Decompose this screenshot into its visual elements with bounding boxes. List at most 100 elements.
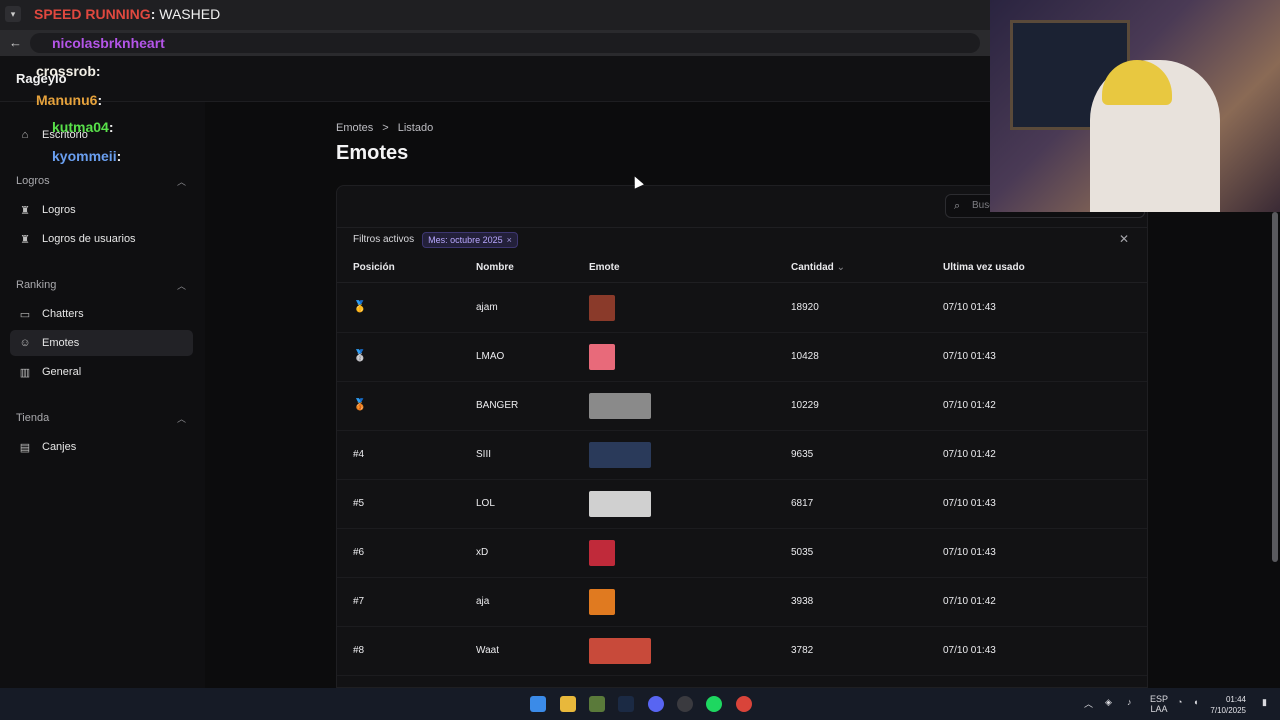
chat-message: crossrob: (36, 63, 101, 79)
row-position: #6 (353, 547, 365, 558)
table-row[interactable]: #5 LOL 6817 07/10 01:43 (337, 480, 1147, 529)
close-icon[interactable]: × (507, 235, 512, 245)
address-bar[interactable] (30, 33, 980, 53)
sort-desc-icon[interactable]: ⌄ (837, 262, 845, 273)
table-row[interactable]: #7 aja 3938 07/10 01:42 (337, 578, 1147, 627)
row-position: #7 (353, 596, 365, 607)
breadcrumb-emotes[interactable]: Emotes (336, 122, 373, 134)
scrollbar-thumb[interactable] (1272, 212, 1278, 562)
section-label: Tienda (16, 412, 50, 424)
back-arrow-icon[interactable]: ← (9, 35, 22, 50)
chevron-up-icon[interactable]: ︿ (177, 175, 186, 188)
page-title: Emotes (336, 142, 409, 164)
chat-message: SPEED RUNNING: WASHED (34, 6, 220, 22)
table-row[interactable]: #4 SIII 9635 07/10 01:42 (337, 431, 1147, 480)
medal-icon: 🥉 (353, 399, 367, 411)
network-tray-icon[interactable]: ◈ (1105, 697, 1112, 708)
row-last-used: 07/10 01:42 (943, 449, 996, 460)
section-label: Logros (16, 175, 50, 187)
chat-separator: : (116, 148, 122, 164)
sidebar-item-canjes[interactable]: ▤ Canjes (10, 434, 193, 460)
row-name: aja (476, 596, 490, 607)
language-indicator[interactable]: ESP LAA (1150, 694, 1168, 714)
col-last-used[interactable]: Ultima vez usado (943, 262, 1025, 273)
clock[interactable]: 01:44 7/10/2025 (1210, 694, 1246, 716)
spotify-icon[interactable] (706, 696, 722, 712)
row-count: 10229 (791, 400, 819, 411)
chat-username: kyommeii (52, 148, 117, 164)
clear-filters-icon[interactable]: ✕ (1119, 232, 1129, 246)
row-count: 9635 (791, 449, 814, 460)
chat-message: kyommeii: (52, 148, 121, 164)
chat-username: nicolasbrknheart (52, 35, 165, 51)
chat-message: Manunu6: (36, 92, 102, 108)
chat-username: Manunu6 (36, 92, 98, 108)
filter-chip-month[interactable]: Mes: octubre 2025 × (422, 231, 518, 248)
sidebar-section-tienda[interactable]: Tienda ︿ (16, 412, 186, 425)
col-count[interactable]: Cantidad ⌄ (791, 262, 845, 273)
sidebar-item-logros[interactable]: ♜ Logros (10, 197, 193, 223)
sidebar-item-logros-usuarios[interactable]: ♜ Logros de usuarios (10, 226, 193, 252)
page-scrollbar[interactable] (1270, 212, 1280, 688)
row-name: Waat (476, 645, 499, 656)
sidebar-section-logros[interactable]: Logros ︿ (16, 175, 186, 188)
chat-icon: ▭ (19, 308, 31, 321)
sidebar-item-label: Canjes (42, 441, 77, 453)
chevron-up-icon[interactable]: ︿ (177, 412, 186, 425)
file-explorer-icon[interactable] (560, 696, 576, 712)
steam-icon[interactable] (618, 696, 634, 712)
mic-icon[interactable]: ♪ (1127, 697, 1132, 707)
chat-text: WASHED (159, 6, 221, 22)
chevron-down-icon[interactable]: ▾ (5, 6, 21, 22)
chrome-icon[interactable] (736, 696, 752, 712)
obs-icon[interactable] (677, 696, 693, 712)
emote-image (589, 540, 615, 566)
smile-icon: ☺ (19, 337, 31, 349)
sidebar-item-label: Emotes (42, 337, 80, 349)
filters-label: Filtros activos (353, 234, 415, 245)
sidebar-item-general[interactable]: ▥ General (10, 359, 193, 385)
sidebar: ⌂ Escritorio Logros ︿ ♜ Logros ♜ Logros … (0, 102, 205, 688)
row-count: 3938 (791, 596, 814, 607)
notifications-icon[interactable]: ▮ (1262, 697, 1267, 708)
sidebar-item-chatters[interactable]: ▭ Chatters (10, 301, 193, 327)
emotes-table-panel: ⌕ Buscar Filtros activos Mes: octubre 20… (336, 185, 1148, 688)
table-row[interactable]: #6 xD 5035 07/10 01:43 (337, 529, 1147, 578)
row-last-used: 07/10 01:42 (943, 400, 996, 411)
windows-start-icon[interactable] (530, 696, 546, 712)
emote-image (589, 589, 615, 615)
col-emote[interactable]: Emote (589, 262, 620, 273)
table-header: Posición Nombre Emote Cantidad ⌄ Ultima … (337, 253, 1147, 283)
breadcrumb-listado: Listado (397, 122, 434, 134)
chat-separator: : (95, 63, 101, 79)
speaker-icon[interactable]: ◖ (1193, 697, 1198, 707)
chat-username: SPEED RUNNING (34, 6, 151, 22)
row-last-used: 07/10 01:43 (943, 351, 996, 362)
wifi-icon[interactable]: ◔ (1177, 697, 1182, 707)
table-row[interactable]: 🥇 ajam 18920 07/10 01:43 (337, 284, 1147, 333)
row-name: BANGER (476, 400, 519, 411)
table-row[interactable]: #8 Waat 3782 07/10 01:43 (337, 627, 1147, 676)
sidebar-item-emotes[interactable]: ☺ Emotes (10, 330, 193, 356)
medal-icon: 🥇 (353, 301, 367, 313)
col-name[interactable]: Nombre (476, 262, 514, 273)
col-position[interactable]: Posición (353, 262, 395, 273)
chevron-up-icon[interactable]: ︿ (177, 279, 186, 292)
row-count: 3782 (791, 645, 814, 656)
taskbar: ︿ ◈ ♪ ESP LAA ◔ ◖ 01:44 7/10/2025 ▮ (0, 688, 1280, 720)
row-last-used: 07/10 01:43 (943, 498, 996, 509)
emote-image (589, 638, 651, 664)
table-row[interactable]: 🥉 BANGER 10229 07/10 01:42 (337, 382, 1147, 431)
chat-username: crossrob (36, 63, 96, 79)
row-count: 10428 (791, 351, 819, 362)
sidebar-item-label: Chatters (42, 308, 84, 320)
chevron-up-icon[interactable]: ︿ (1084, 697, 1093, 710)
row-name: LMAO (476, 351, 505, 362)
discord-icon[interactable] (648, 696, 664, 712)
sidebar-item-label: Logros de usuarios (42, 233, 136, 245)
minecraft-icon[interactable] (589, 696, 605, 712)
chevron-right-icon: > (382, 122, 389, 134)
sidebar-section-ranking[interactable]: Ranking ︿ (16, 279, 186, 292)
filter-chip-label: Mes: octubre 2025 (428, 234, 503, 245)
table-row[interactable]: 🥈 LMAO 10428 07/10 01:43 (337, 333, 1147, 382)
